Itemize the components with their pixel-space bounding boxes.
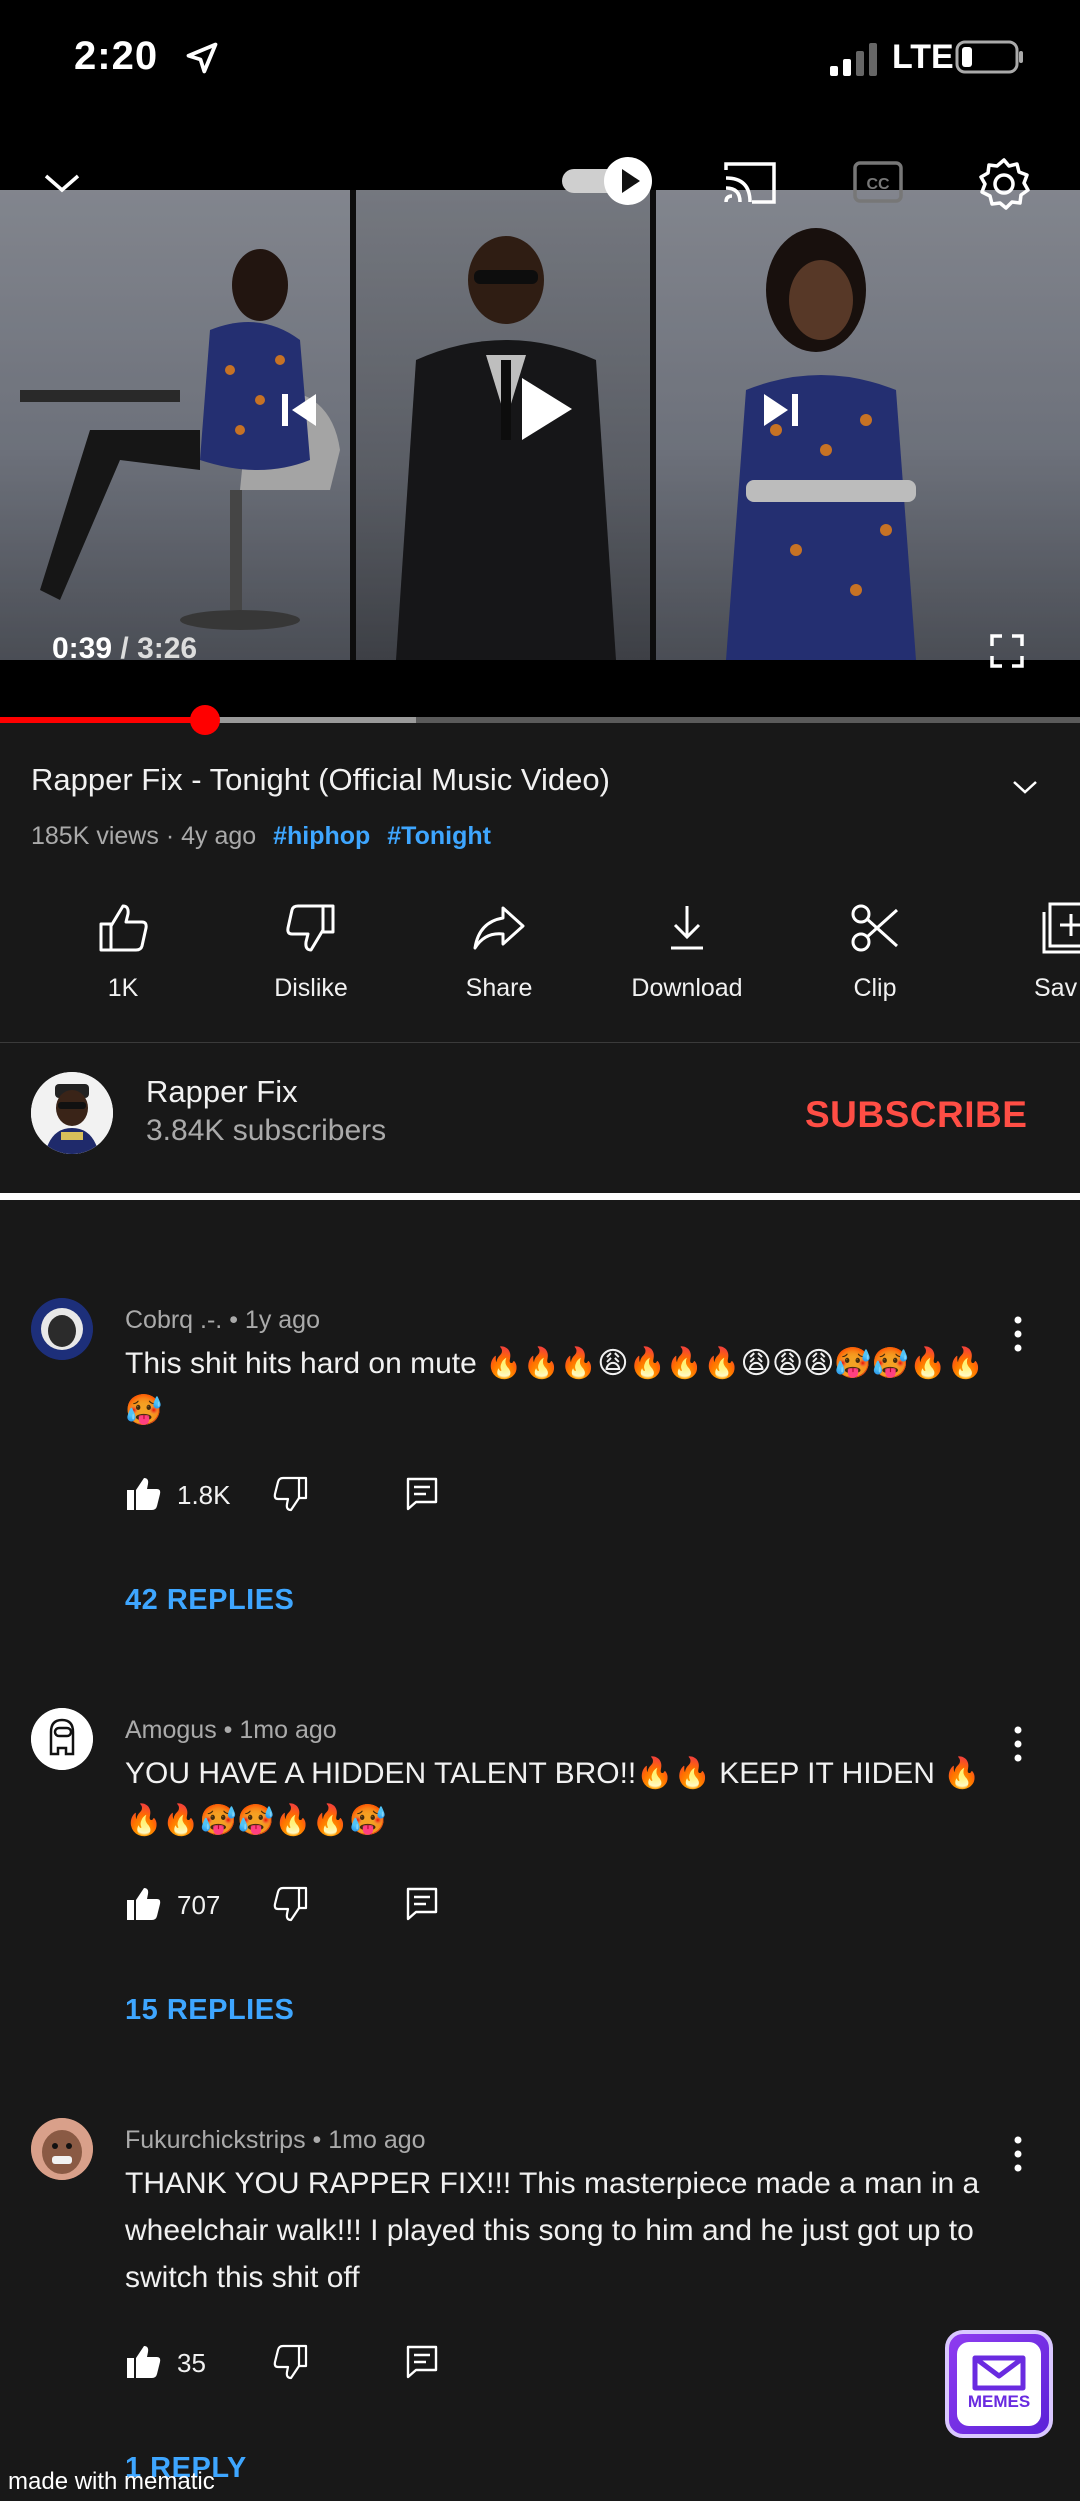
comment-like-count: 1.8K — [177, 1480, 231, 1510]
hashtag-link[interactable]: #hiphop — [273, 822, 370, 850]
comment-age: 1mo ago — [239, 1716, 337, 1744]
view-count: 185K views — [31, 822, 159, 850]
hashtag-link[interactable]: #Tonight — [387, 822, 491, 850]
envelope-icon — [972, 2355, 1026, 2391]
comment-age: 1mo ago — [328, 2126, 426, 2154]
more-options-icon[interactable] — [1005, 1724, 1031, 1764]
thumbs-down-icon[interactable] — [272, 2344, 308, 2380]
status-bar: 2:20 LTE — [0, 0, 1080, 120]
comment-text: THANK YOU RAPPER FIX!!! This masterpiece… — [125, 2167, 980, 2294]
expand-description-chevron-icon[interactable] — [1010, 772, 1040, 802]
like-button[interactable]: 1K — [48, 900, 198, 1003]
thumbs-down-icon — [286, 904, 335, 952]
comment-header: Fukurchickstrips • 1mo ago — [125, 2126, 426, 2154]
commenter-avatar[interactable] — [31, 1298, 93, 1360]
view-replies-button[interactable]: 42 REPLIES — [125, 1584, 294, 1617]
thumbs-up-icon[interactable] — [125, 1476, 161, 1512]
thumbs-down-icon[interactable] — [272, 1886, 308, 1922]
time-display: 0:39 / 3:26 — [52, 632, 197, 666]
video-actions-row: 1K Dislike Share Download Clip Sav — [0, 900, 1080, 1040]
comment-text: This shit hits hard on mute 🔥🔥🔥😩🔥🔥🔥😩😩😩🥵🥵… — [125, 1347, 984, 1427]
save-button[interactable]: Sav — [986, 900, 1080, 1003]
location-arrow-icon — [186, 42, 218, 74]
save-playlist-icon — [1042, 902, 1080, 954]
video-title[interactable]: Rapper Fix - Tonight (Official Music Vid… — [31, 762, 610, 798]
memes-app-logo: MEMES — [945, 2330, 1053, 2438]
current-time: 0:39 — [52, 632, 113, 665]
duration: 3:26 — [137, 632, 198, 665]
clip-label: Clip — [853, 974, 897, 1002]
comment-author[interactable]: Fukurchickstrips — [125, 2126, 306, 2154]
commenter-avatar[interactable] — [31, 2118, 93, 2180]
more-options-icon[interactable] — [1005, 1314, 1031, 1354]
thumbs-down-icon[interactable] — [272, 1476, 308, 1512]
download-label: Download — [631, 974, 743, 1002]
section-divider — [0, 1193, 1080, 1200]
thumbs-up-icon — [99, 904, 148, 952]
dislike-button[interactable]: Dislike — [236, 900, 386, 1003]
play-icon[interactable] — [518, 376, 574, 442]
scissors-icon — [851, 904, 899, 952]
previous-track-icon[interactable] — [278, 388, 320, 432]
save-label: Sav — [1034, 974, 1078, 1002]
like-count: 1K — [107, 974, 139, 1002]
watermark-text: made with mematic — [8, 2468, 215, 2495]
reply-icon[interactable] — [404, 2344, 440, 2380]
battery-icon — [955, 40, 1023, 74]
video-player[interactable]: CC 0:39 / 3:26 — [0, 120, 1080, 720]
time-separator: / — [112, 632, 138, 665]
channel-avatar[interactable] — [31, 1072, 113, 1154]
divider — [0, 1042, 1080, 1043]
autoplay-toggle[interactable] — [560, 155, 656, 207]
svg-text:CC: CC — [866, 176, 890, 193]
progress-played — [0, 717, 206, 723]
reply-icon[interactable] — [404, 1886, 440, 1922]
share-button[interactable]: Share — [424, 900, 574, 1003]
settings-gear-icon[interactable] — [976, 156, 1032, 212]
comment-author[interactable]: Cobrq .-. — [125, 1306, 222, 1334]
share-label: Share — [465, 974, 533, 1002]
upload-age: 4y ago — [181, 822, 257, 850]
status-time: 2:20 — [74, 34, 159, 78]
comment-author[interactable]: Amogus — [125, 1716, 217, 1744]
clip-button[interactable]: Clip — [800, 900, 950, 1003]
comment-age: 1y ago — [244, 1306, 320, 1334]
view-replies-button[interactable]: 15 REPLIES — [125, 1994, 294, 2027]
channel-name[interactable]: Rapper Fix — [146, 1074, 298, 1110]
download-button[interactable]: Download — [612, 900, 762, 1003]
more-options-icon[interactable] — [1005, 2134, 1031, 2174]
share-icon — [473, 906, 525, 950]
dislike-label: Dislike — [274, 974, 348, 1002]
thumbs-up-icon[interactable] — [125, 2344, 161, 2380]
memes-logo-text: MEMES — [967, 2392, 1031, 2411]
closed-captions-icon[interactable]: CC — [852, 160, 904, 204]
progress-scrubber-handle[interactable] — [190, 705, 221, 735]
cellular-signal-icon — [830, 43, 877, 76]
fullscreen-icon[interactable] — [990, 634, 1024, 668]
comment-like-count: 35 — [177, 2348, 206, 2378]
progress-bar[interactable] — [0, 705, 1080, 735]
reply-icon[interactable] — [404, 1476, 440, 1512]
comment-header: Cobrq .-. • 1y ago — [125, 1306, 320, 1334]
thumbs-up-icon[interactable] — [125, 1886, 161, 1922]
network-type: LTE — [892, 38, 954, 76]
cast-icon[interactable] — [722, 160, 778, 206]
download-icon — [671, 906, 703, 950]
commenter-avatar[interactable] — [31, 1708, 93, 1770]
channel-row[interactable]: Rapper Fix 3.84K subscribers SUBSCRIBE — [0, 1044, 1080, 1194]
comment-text: YOU HAVE A HIDDEN TALENT BRO!!🔥🔥 KEEP IT… — [125, 1757, 981, 1837]
comment-header: Amogus • 1mo ago — [125, 1716, 337, 1744]
collapse-chevron-icon[interactable] — [42, 168, 82, 198]
subscribe-button[interactable]: SUBSCRIBE — [805, 1094, 1027, 1136]
subscriber-count: 3.84K subscribers — [146, 1114, 387, 1147]
comment-like-count: 707 — [177, 1890, 221, 1920]
next-track-icon[interactable] — [760, 388, 802, 432]
video-meta: 185K views · 4y ago #hiphop #Tonight — [31, 822, 491, 850]
